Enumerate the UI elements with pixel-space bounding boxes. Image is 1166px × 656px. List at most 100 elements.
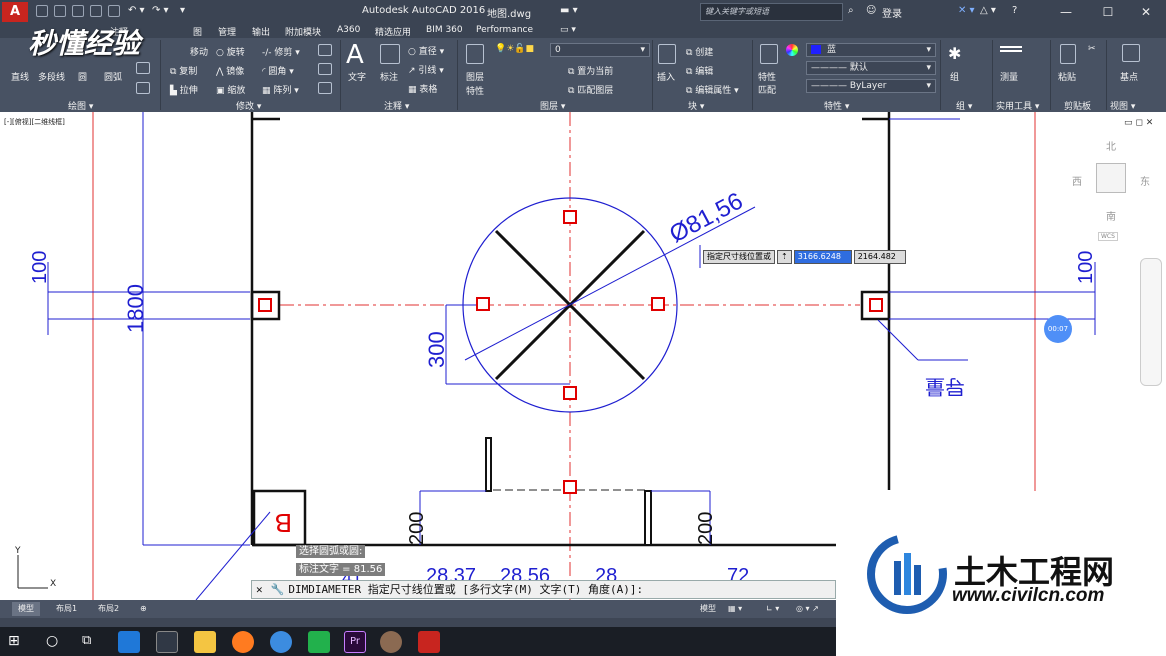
- move-tool[interactable]: 移动: [190, 45, 208, 58]
- modify-group-label[interactable]: 修改 ▾: [236, 99, 261, 112]
- draw-group-label[interactable]: 绘图 ▾: [68, 99, 93, 112]
- open-file-icon[interactable]: [54, 5, 66, 17]
- layer-icons-row[interactable]: 💡☀🔓■: [495, 44, 534, 54]
- arc-tool[interactable]: 圆弧: [104, 70, 122, 83]
- tab-performance[interactable]: Performance: [476, 25, 533, 35]
- tab-manage[interactable]: 管理: [218, 25, 236, 38]
- basepoint-icon[interactable]: [1122, 44, 1140, 62]
- text-tool-icon[interactable]: A: [346, 40, 364, 70]
- viewcube-east[interactable]: 东: [1140, 173, 1150, 188]
- app-menu-button[interactable]: A: [2, 2, 28, 22]
- trim-tool[interactable]: -/- 修剪 ▾: [262, 45, 300, 58]
- command-line[interactable]: ✕ 🔧 DIMDIAMETER 指定尺寸线位置或 [多行文字(M) 文字(T) 角度…: [251, 580, 836, 599]
- viewcube[interactable]: 北 西 东 南 WCS: [1068, 135, 1154, 245]
- avatar-app-icon[interactable]: [380, 631, 402, 653]
- block-group-label[interactable]: 块 ▾: [688, 99, 704, 112]
- redo-icon[interactable]: ↷ ▾: [152, 5, 169, 16]
- exchange-icon[interactable]: ✕ ▾: [958, 5, 975, 16]
- basepoint-tool[interactable]: 基点: [1120, 70, 1138, 83]
- group-tool[interactable]: 组: [950, 70, 959, 83]
- linetype-dropdown[interactable]: ———— 默认 ▾: [806, 61, 936, 75]
- undo-icon[interactable]: ↶ ▾: [128, 5, 145, 16]
- paste-tool[interactable]: 粘贴: [1058, 70, 1076, 83]
- rect-tool-icon[interactable]: [136, 62, 150, 74]
- tab-output[interactable]: 输出: [252, 25, 270, 38]
- dim-100-right[interactable]: 100: [1075, 251, 1097, 284]
- mail-icon[interactable]: [156, 631, 178, 653]
- help-icon[interactable]: ?: [1012, 5, 1017, 16]
- color-dropdown[interactable]: 蓝 ▾: [806, 43, 936, 57]
- tab-layout1[interactable]: 布局1: [50, 602, 83, 616]
- annotate-group-label[interactable]: 注释 ▾: [384, 99, 409, 112]
- ribbon-toggle-icon[interactable]: ▭ ▾: [560, 25, 576, 35]
- command-text[interactable]: DIMDIAMETER 指定尺寸线位置或 [多行文字(M) 文字(T) 角度(A…: [288, 583, 643, 596]
- close-button[interactable]: ✕: [1126, 2, 1166, 22]
- table-tool[interactable]: ▦ 表格: [408, 82, 437, 95]
- leader-tool[interactable]: ↗ 引线 ▾: [408, 63, 444, 76]
- browser-icon[interactable]: [270, 631, 292, 653]
- lineweight-dropdown[interactable]: ———— ByLayer ▾: [806, 79, 936, 93]
- task-view-icon[interactable]: ⧉: [82, 633, 91, 648]
- status-grid-icon[interactable]: ▦ ▾: [722, 602, 748, 616]
- workspace-icon[interactable]: ▬ ▾: [560, 5, 578, 16]
- search-input[interactable]: 键入关键字或短语: [700, 3, 843, 21]
- set-current-layer-tool[interactable]: ⧉ 置为当前: [568, 64, 613, 77]
- explorer-icon[interactable]: [194, 631, 216, 653]
- insert-block-icon[interactable]: [658, 44, 676, 64]
- status-model-button[interactable]: 模型: [694, 602, 722, 616]
- properties-icon[interactable]: [760, 44, 778, 64]
- layer-properties-tool[interactable]: 图层: [466, 70, 484, 83]
- dim-200-right[interactable]: 200: [695, 512, 717, 545]
- tab-bim360[interactable]: BIM 360: [426, 25, 463, 35]
- new-file-icon[interactable]: [36, 5, 48, 17]
- line-tool[interactable]: 直线: [11, 70, 29, 83]
- viewcube-north[interactable]: 北: [1106, 138, 1116, 153]
- explode-icon[interactable]: [318, 63, 332, 75]
- minimize-button[interactable]: —: [1046, 2, 1086, 22]
- diameter-tool[interactable]: ○ 直径 ▾: [408, 44, 444, 57]
- windows-start-icon[interactable]: ⊞: [8, 633, 20, 649]
- dimension-tool[interactable]: 标注: [380, 70, 398, 83]
- clipboard-group-label[interactable]: 剪贴板: [1064, 99, 1091, 112]
- customize-command-icon[interactable]: 🔧: [267, 583, 289, 596]
- scale-tool[interactable]: ▣ 缩放: [216, 83, 245, 96]
- mirror-tool[interactable]: ⋀ 镜像: [216, 64, 244, 77]
- media-player-icon[interactable]: [308, 631, 330, 653]
- firefox-icon[interactable]: [232, 631, 254, 653]
- cut-icon[interactable]: ✂: [1088, 44, 1096, 54]
- group-icon[interactable]: ✱: [948, 44, 961, 63]
- login-link[interactable]: 登录: [882, 5, 902, 20]
- rotate-tool[interactable]: ○ 旋转: [216, 45, 245, 58]
- groups-group-label[interactable]: 组 ▾: [956, 99, 972, 112]
- dim-100-left[interactable]: 100: [29, 251, 51, 284]
- tab-layout2[interactable]: 布局2: [92, 602, 125, 616]
- edit-block-tool[interactable]: ⧉ 编辑: [686, 64, 713, 77]
- match-properties-tool[interactable]: 匹配: [758, 83, 776, 96]
- insert-block-tool[interactable]: 插入: [657, 70, 675, 83]
- circle-tool[interactable]: 圆: [78, 70, 87, 83]
- autocad-taskbar-icon[interactable]: [418, 631, 440, 653]
- hatch-tool-icon[interactable]: [136, 82, 150, 94]
- close-command-icon[interactable]: ✕: [252, 583, 267, 596]
- status-polar-icon[interactable]: ◎ ▾ ↗: [790, 602, 825, 616]
- layer-properties-icon[interactable]: [466, 44, 484, 64]
- dynamic-input-tooltip[interactable]: 指定尺寸线位置或 ⇡ 3166.6248 2164.482: [703, 250, 906, 264]
- view-group-label[interactable]: 视图 ▾: [1110, 99, 1135, 112]
- layer-state-tool[interactable]: 特性: [466, 84, 484, 97]
- dim-300[interactable]: 300: [424, 331, 449, 368]
- measure-tool[interactable]: 测量: [1000, 70, 1018, 83]
- viewcube-face[interactable]: [1096, 163, 1126, 193]
- tab-addins[interactable]: 附加模块: [285, 25, 321, 38]
- add-layout-icon[interactable]: ⊕: [134, 602, 153, 616]
- dynamic-input-value1[interactable]: 3166.6248: [793, 250, 852, 264]
- paste-icon[interactable]: [1060, 44, 1076, 64]
- save-as-icon[interactable]: [90, 5, 102, 17]
- layers-group-label[interactable]: 图层 ▾: [540, 99, 565, 112]
- print-icon[interactable]: [108, 5, 120, 17]
- wcs-menu[interactable]: WCS: [1098, 232, 1118, 241]
- tab-featured-apps[interactable]: 精选应用: [375, 25, 411, 38]
- tab-parametric[interactable]: 图: [193, 25, 202, 38]
- layer-dropdown[interactable]: 0 ▾: [550, 43, 650, 57]
- properties-tool[interactable]: 特性: [758, 70, 776, 83]
- match-layer-tool[interactable]: ⧉ 匹配图层: [568, 83, 613, 96]
